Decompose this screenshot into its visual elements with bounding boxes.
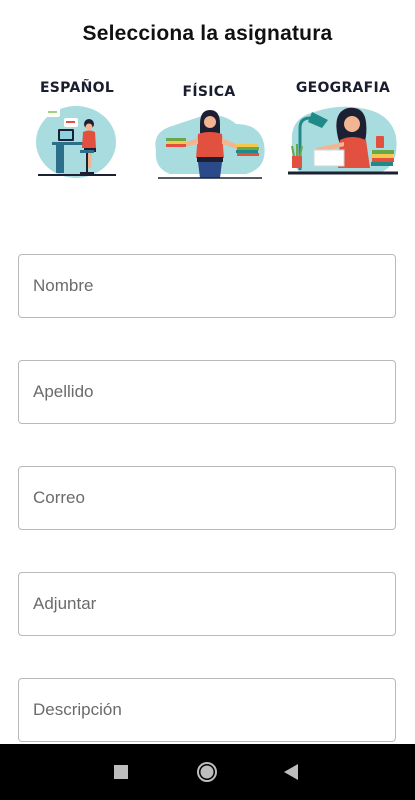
descripcion-input[interactable] (19, 679, 395, 741)
adjuntar-input[interactable] (19, 573, 395, 635)
subject-geografia[interactable]: GEOGRAFIA (286, 78, 400, 180)
office-worker-at-desk-illustration (36, 106, 116, 178)
subject-fisica[interactable]: FÍSICA (150, 82, 268, 180)
back-triangle-icon[interactable] (277, 758, 305, 786)
subject-label-espanol: ESPAÑOL (39, 80, 115, 96)
correo-input[interactable] (19, 467, 395, 529)
page-title: Selecciona la asignatura (82, 22, 333, 45)
system-navigation-bar (0, 744, 415, 800)
student-studying-with-lamp-illustration (288, 106, 398, 175)
apellido-field (18, 360, 396, 424)
nombre-field (18, 254, 396, 318)
nombre-input[interactable] (19, 255, 395, 317)
home-circle-icon[interactable] (193, 758, 221, 786)
subject-espanol[interactable]: ESPAÑOL (34, 78, 120, 180)
descripcion-field (18, 678, 396, 742)
adjuntar-field (18, 572, 396, 636)
correo-field (18, 466, 396, 530)
apellido-input[interactable] (19, 361, 395, 423)
subject-label-geografia: GEOGRAFIA (295, 80, 391, 96)
teacher-holding-books-illustration (155, 110, 265, 179)
app-screen: Selecciona la asignatura ESPAÑOL FÍSICA (0, 0, 415, 800)
recents-square-icon[interactable] (107, 758, 135, 786)
subject-label-fisica: FÍSICA (182, 84, 236, 100)
